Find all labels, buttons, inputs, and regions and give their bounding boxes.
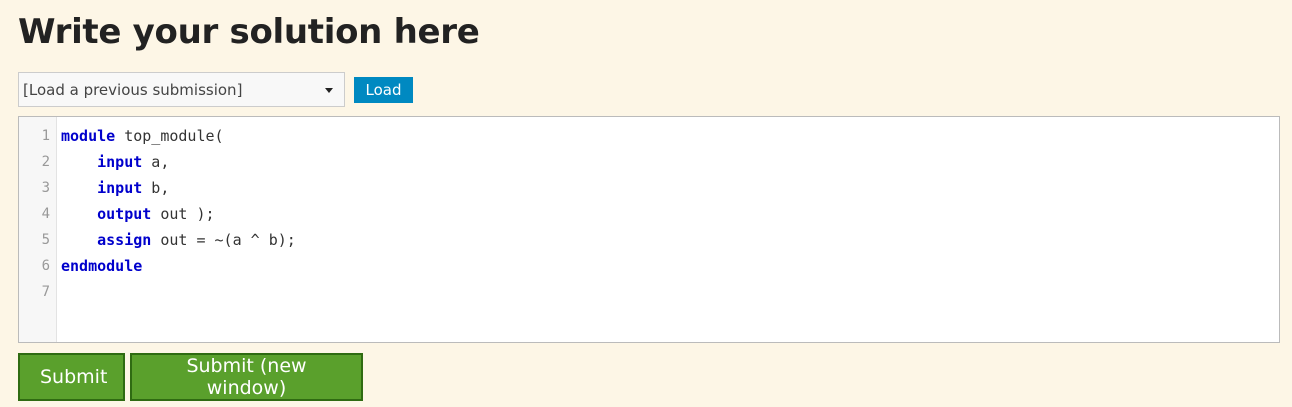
line-number: 7	[41, 284, 50, 300]
code-keyword: endmodule	[61, 257, 143, 275]
code-text-area[interactable]: module top_module( input a, input b, out…	[57, 117, 1279, 342]
code-keyword: assign	[97, 231, 152, 249]
code-token: a,	[142, 153, 170, 171]
code-editor[interactable]: 1 2 3 4 5 6 7 module top_module( input a, inpu…	[18, 116, 1280, 343]
code-token: top_module(	[115, 127, 224, 145]
line-number: 6	[41, 258, 50, 274]
page-title: Write your solution here	[18, 12, 480, 52]
code-token: out );	[151, 205, 215, 223]
code-token: out = ~(a ^ b);	[151, 231, 296, 249]
code-line: endmodule	[61, 253, 1279, 279]
solution-page: Write your solution here [Load a previou…	[0, 0, 1292, 407]
code-keyword: input	[97, 179, 143, 197]
line-number: 2	[41, 154, 50, 170]
submit-button[interactable]: Submit	[18, 353, 125, 401]
previous-submission-select[interactable]: [Load a previous submission]	[18, 72, 345, 107]
code-line: assign out = ~(a ^ b);	[61, 227, 1279, 253]
code-line: input a,	[61, 149, 1279, 175]
line-number: 1	[41, 128, 50, 144]
line-number: 3	[41, 180, 50, 196]
dropdown-arrow-icon	[325, 88, 333, 93]
code-line: module top_module(	[61, 123, 1279, 149]
line-number: 5	[41, 232, 50, 248]
line-number-gutter: 1 2 3 4 5 6 7	[19, 117, 57, 342]
load-button[interactable]: Load	[354, 76, 413, 103]
select-value: [Load a previous submission]	[23, 80, 243, 99]
code-token: b,	[142, 179, 170, 197]
code-keyword: input	[97, 153, 143, 171]
submit-new-window-button[interactable]: Submit (new window)	[130, 353, 363, 401]
line-number: 4	[41, 206, 50, 222]
code-keyword: module	[61, 127, 116, 145]
code-line: input b,	[61, 175, 1279, 201]
code-line: output out );	[61, 201, 1279, 227]
load-submission-row: [Load a previous submission] Load	[18, 71, 413, 108]
code-keyword: output	[97, 205, 152, 223]
submit-row: Submit Submit (new window)	[18, 353, 363, 401]
